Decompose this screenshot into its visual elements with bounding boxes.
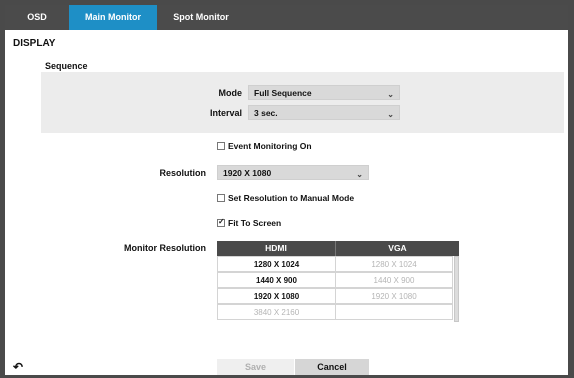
column-header-vga: VGA — [335, 241, 459, 256]
event-monitoring-label: Event Monitoring On — [228, 141, 312, 151]
sequence-title: Sequence — [45, 61, 88, 71]
fit-to-screen-checkbox[interactable]: ✓ Fit To Screen — [217, 217, 282, 228]
table-row: 1280 X 1024 1280 X 1024 — [217, 256, 453, 272]
tab-spot-monitor[interactable]: Spot Monitor — [157, 5, 245, 30]
table-row: 3840 X 2160 — [217, 304, 453, 320]
tab-bar: OSD Main Monitor Spot Monitor — [5, 5, 568, 30]
save-button[interactable]: Save — [217, 359, 294, 375]
monitor-resolution-label: Monitor Resolution — [124, 243, 206, 253]
fit-to-screen-label: Fit To Screen — [228, 218, 282, 228]
resolution-select[interactable]: 1920 X 1080 ⌄ — [217, 165, 369, 180]
checkbox-icon — [217, 194, 225, 202]
vga-cell: 1280 X 1024 — [335, 256, 453, 272]
hdmi-cell: 3840 X 2160 — [217, 304, 336, 320]
interval-select[interactable]: 3 sec. ⌄ — [248, 105, 400, 120]
cancel-button[interactable]: Cancel — [295, 359, 369, 375]
chevron-down-icon: ⌄ — [387, 110, 394, 119]
table-header: HDMI VGA — [217, 241, 459, 256]
vga-cell: 1440 X 900 — [335, 272, 453, 288]
chevron-down-icon: ⌄ — [387, 90, 394, 99]
vga-cell — [335, 304, 453, 320]
tab-main-monitor[interactable]: Main Monitor — [69, 5, 157, 30]
hdmi-cell[interactable]: 1440 X 900 — [217, 272, 336, 288]
checkbox-checked-icon: ✓ — [217, 217, 225, 227]
chevron-down-icon: ⌄ — [356, 170, 363, 179]
tab-osd[interactable]: OSD — [5, 5, 69, 30]
checkbox-icon — [217, 142, 225, 150]
column-header-hdmi: HDMI — [265, 243, 287, 253]
mode-select[interactable]: Full Sequence ⌄ — [248, 85, 400, 100]
manual-mode-label: Set Resolution to Manual Mode — [228, 193, 355, 203]
display-settings-window: OSD Main Monitor Spot Monitor DISPLAY Se… — [5, 5, 568, 375]
section-title: DISPLAY — [13, 38, 56, 49]
back-arrow-icon[interactable]: ↶ — [13, 361, 27, 373]
manual-mode-checkbox[interactable]: Set Resolution to Manual Mode — [217, 193, 354, 203]
mode-value: Full Sequence — [254, 88, 312, 98]
hdmi-cell[interactable]: 1280 X 1024 — [217, 256, 336, 272]
interval-label: Interval — [209, 108, 242, 118]
table-row: 1440 X 900 1440 X 900 — [217, 272, 453, 288]
resolution-label: Resolution — [159, 168, 207, 178]
table-row: 1920 X 1080 1920 X 1080 — [217, 288, 453, 304]
interval-value: 3 sec. — [254, 108, 278, 118]
hdmi-cell[interactable]: 1920 X 1080 — [217, 288, 336, 304]
mode-label: Mode — [218, 88, 243, 98]
event-monitoring-checkbox[interactable]: Event Monitoring On — [217, 141, 312, 151]
resolution-value: 1920 X 1080 — [223, 168, 272, 178]
table-scrollbar[interactable] — [454, 256, 459, 322]
sequence-panel: Mode Full Sequence ⌄ Interval 3 sec. ⌄ — [41, 72, 564, 133]
vga-cell: 1920 X 1080 — [335, 288, 453, 304]
